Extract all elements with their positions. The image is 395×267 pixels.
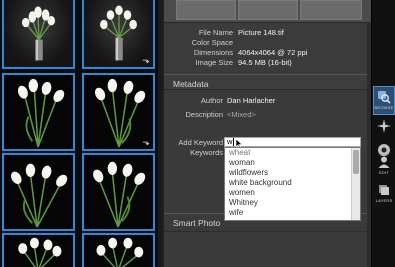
file-name-label: File Name	[198, 28, 233, 37]
layers-module-label: LAYERS	[375, 198, 393, 203]
suggestion-item[interactable]: wheat	[229, 148, 250, 157]
thumbnail-grid: ⬎ ⬎	[0, 0, 163, 267]
author-field[interactable]: Dan Harlacher	[227, 96, 275, 106]
preview-block	[176, 0, 236, 20]
thumbnail[interactable]	[82, 153, 155, 231]
add-keyword-input[interactable]: w	[224, 137, 361, 147]
thumbnail[interactable]	[2, 73, 75, 151]
dimensions-value: 4064x4064 @ 72 ppi	[238, 48, 308, 57]
suggestion-item[interactable]: wildflowers	[229, 168, 268, 177]
thumbnail[interactable]	[2, 0, 75, 69]
edit-module-label: EDIT	[379, 170, 389, 175]
text-caret	[233, 138, 235, 146]
browse-icon	[378, 91, 391, 104]
layers-icon	[379, 185, 389, 195]
preview-strip	[164, 0, 371, 22]
panel-bottom-area	[164, 231, 371, 267]
thumbnail[interactable]: ⬎	[82, 73, 155, 151]
image-size-label: Image Size	[195, 58, 233, 67]
keywords-label: Keywords	[190, 148, 223, 157]
dimensions-label: Dimensions	[193, 48, 233, 57]
thumbnail[interactable]	[2, 233, 75, 267]
tulip-image	[96, 237, 144, 267]
browse-module-button[interactable]: BROWSE	[373, 86, 395, 115]
thumbnail[interactable]	[2, 153, 75, 231]
color-space-label: Color Space	[191, 38, 233, 47]
suggestion-item[interactable]: woman	[229, 158, 255, 167]
image-size-value: 94.5 MB (16-bit)	[238, 58, 292, 67]
dropdown-scroll-thumb[interactable]	[353, 150, 359, 174]
keyword-suggestions-dropdown[interactable]: wheat woman wildflowers white background…	[224, 147, 361, 221]
tulip-image	[11, 163, 68, 228]
effects-icon	[377, 119, 391, 133]
portrait-icon	[378, 156, 390, 168]
expand-icon[interactable]: ⬎	[141, 55, 151, 65]
thumbnail[interactable]: ⬎	[82, 0, 155, 69]
layers-module-button[interactable]: LAYERS	[373, 180, 395, 209]
suggestion-item[interactable]: Whitney	[229, 198, 258, 207]
dropdown-scrollbar[interactable]	[351, 148, 360, 220]
metadata-section-header[interactable]: Metadata	[164, 74, 371, 90]
description-label: Description	[185, 110, 223, 119]
smart-photo-title: Smart Photo	[173, 218, 221, 228]
module-strip: BROWSE EDIT LAYERS	[371, 0, 395, 267]
description-field[interactable]: <Mixed>	[227, 110, 256, 120]
mouse-pointer-icon	[236, 139, 243, 149]
info-panel: File Name Picture 148.tif Color Space Di…	[163, 0, 371, 267]
tulip-image	[17, 78, 65, 148]
edit-module-button[interactable]: EDIT	[373, 152, 395, 181]
expand-icon[interactable]: ⬎	[141, 137, 151, 147]
suggestion-item[interactable]: white background	[229, 178, 292, 187]
thumbnail[interactable]	[82, 233, 155, 267]
tulip-vase-image	[21, 6, 56, 61]
suggestion-item[interactable]: women	[229, 188, 255, 197]
add-keyword-label: Add Keyword	[178, 138, 223, 147]
file-info-section: File Name Picture 148.tif Color Space Di…	[164, 22, 371, 72]
tulip-image	[93, 161, 146, 228]
file-name-value: Picture 148.tif	[238, 28, 284, 37]
browse-module-label: BROWSE	[374, 105, 394, 110]
preview-block	[300, 0, 362, 20]
add-keyword-value: w	[227, 137, 233, 146]
metadata-title: Metadata	[173, 79, 209, 89]
author-label: Author	[200, 96, 223, 105]
preview-block	[238, 0, 298, 20]
suggestion-item[interactable]: wife	[229, 208, 243, 217]
tulip-image	[18, 237, 62, 267]
